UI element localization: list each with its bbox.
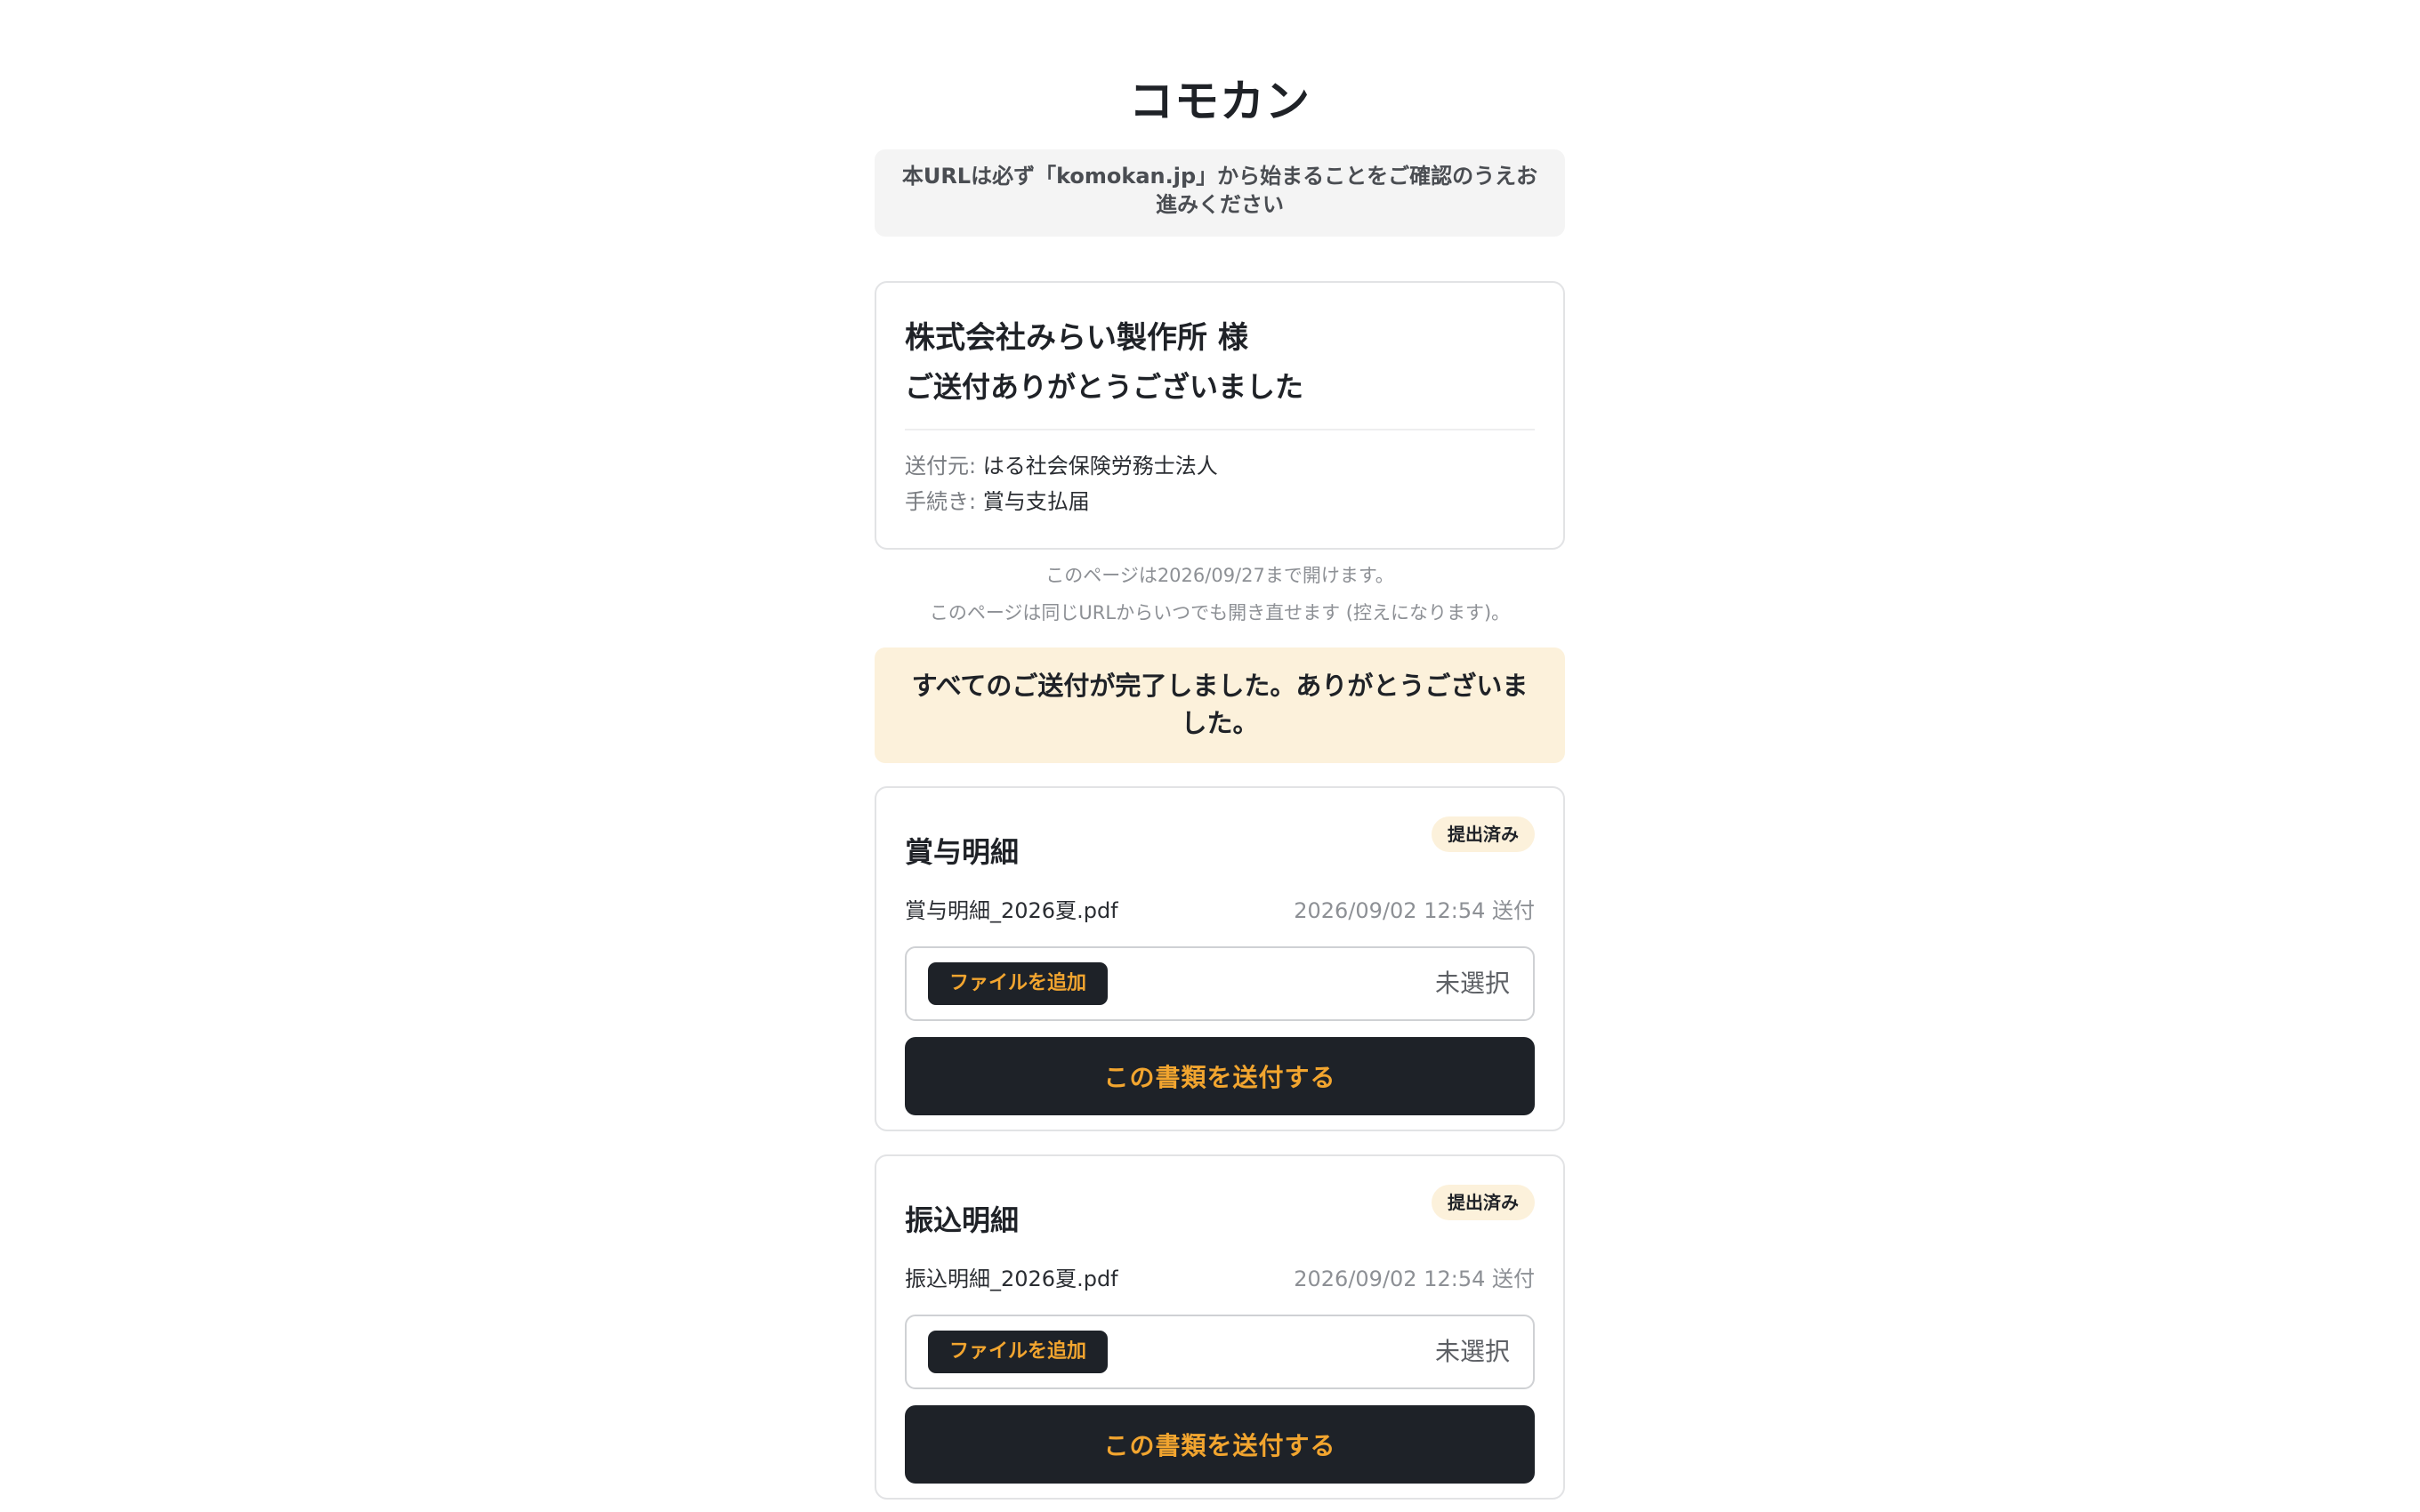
procedure-label: 手続き: [905,489,977,514]
document-title: 賞与明細 [905,835,1020,869]
sent-timestamp: 2026/09/02 12:54 送付 [1294,898,1535,923]
file-name: 振込明細_2026夏.pdf [905,1267,1118,1291]
file-picker: ファイルを追加 未選択 [905,1315,1535,1389]
divider [905,429,1535,430]
completion-banner: すべてのご送付が完了しました。ありがとうございました。 [875,647,1565,763]
main-column: コモカン 本URLは必ず「komokan.jp」から始まることをご確認のうえお進… [875,0,1565,1500]
sender-label: 送付元: [905,454,977,479]
document-header: 振込明細 提出済み [905,1185,1535,1237]
expiry-date-note: このページは2026/09/27まで開けます。 [1045,565,1394,586]
reopen-note: このページは同じURLからいつでも開き直せます (控えになります)。 [929,602,1511,623]
add-file-button[interactable]: ファイルを追加 [928,1331,1109,1373]
document-card-bonus: 賞与明細 提出済み 賞与明細_2026夏.pdf 2026/09/02 12:5… [875,786,1565,1131]
recipient-info-card: 株式会社みらい製作所 様 ご送付ありがとうございました 送付元: はる社会保険労… [875,281,1565,550]
procedure-row: 手続き: 賞与支払届 [905,484,1535,519]
document-header: 賞与明細 提出済み [905,816,1535,869]
sender-row: 送付元: はる社会保険労務士法人 [905,448,1535,484]
submitted-file-row: 振込明細_2026夏.pdf 2026/09/02 12:54 送付 [905,1263,1535,1295]
thanks-message: ご送付ありがとうございました [905,370,1304,404]
sent-timestamp: 2026/09/02 12:54 送付 [1294,1267,1535,1291]
company-name: 株式会社みらい製作所 様 [905,320,1248,356]
procedure-value: 賞与支払届 [982,489,1090,514]
expiry-notes: このページは2026/09/27まで開けます。 このページは同じURLからいつで… [875,557,1565,631]
add-file-button[interactable]: ファイルを追加 [928,962,1109,1005]
send-document-button[interactable]: この書類を送付する [905,1037,1535,1115]
file-picker: ファイルを追加 未選択 [905,946,1535,1021]
status-badge: 提出済み [1432,816,1535,852]
file-selection-status: 未選択 [1434,969,1510,998]
submitted-file-row: 賞与明細_2026夏.pdf 2026/09/02 12:54 送付 [905,895,1535,927]
status-badge: 提出済み [1432,1185,1535,1220]
app-title: コモカン [1129,76,1311,127]
sender-value: はる社会保険労務士法人 [982,454,1218,479]
document-card-transfer: 振込明細 提出済み 振込明細_2026夏.pdf 2026/09/02 12:5… [875,1154,1565,1500]
file-name: 賞与明細_2026夏.pdf [905,898,1118,923]
page: コモカン 本URLは必ず「komokan.jp」から始まることをご確認のうえお進… [0,0,2420,1512]
document-title: 振込明細 [905,1203,1020,1237]
file-selection-status: 未選択 [1434,1337,1510,1366]
url-notice: 本URLは必ず「komokan.jp」から始まることをご確認のうえお進みください [875,149,1565,237]
send-document-button[interactable]: この書類を送付する [905,1405,1535,1484]
